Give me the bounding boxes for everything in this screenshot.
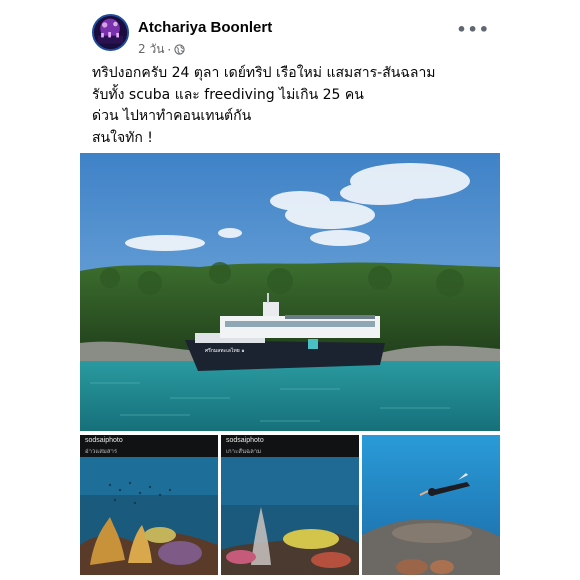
post-time[interactable]: 2 วัน [138,40,164,59]
post-card: Atchariya Boonlert 2 วัน · ••• ทริปงอกคร… [80,0,500,580]
post-text-line: สนใจทัก ! [92,129,153,146]
thumbnail-2[interactable]: sodsaiphoto เกาะสันฉลาม [221,435,359,575]
more-options-icon[interactable]: ••• [456,20,490,39]
watermark-text: sodsaiphoto [226,437,264,444]
boat-name: ศรีกมลทะเลไทย ๑ [205,347,245,354]
post-text-line: รับทั้ง scuba และ freediving ไม่เกิน 25 … [92,86,364,103]
thumbnail-3[interactable] [362,435,500,575]
avatar-image [94,16,127,49]
author-name[interactable]: Atchariya Boonlert [138,19,272,36]
globe-icon[interactable] [174,44,185,55]
thumbnail-1[interactable]: sodsaiphoto อ่าวแสมสาร [80,435,218,575]
avatar[interactable] [92,14,129,51]
post-meta: 2 วัน · [138,40,185,59]
post-text: ทริปงอกครับ 24 ตุลา เดย์ทริป เรือใหม่ แส… [92,63,492,149]
main-photo[interactable]: ศรีกมลทะเลไทย ๑ [80,153,500,431]
post-text-line: ทริปงอกครับ 24 ตุลา เดย์ทริป เรือใหม่ แส… [92,65,436,81]
watermark-place: เกาะสันฉลาม [226,448,262,455]
freediver-photo [362,435,500,575]
meta-separator: · [167,42,172,57]
boat-photo: ศรีกมลทะเลไทย ๑ [80,153,500,431]
watermark-bar: sodsaiphoto เกาะสันฉลาม [221,435,359,457]
watermark-bar: sodsaiphoto อ่าวแสมสาร [80,435,218,457]
watermark-place: อ่าวแสมสาร [85,448,118,455]
post-header: Atchariya Boonlert 2 วัน · ••• [80,8,500,58]
screenshot-frame: Atchariya Boonlert 2 วัน · ••• ทริปงอกคร… [0,0,580,580]
watermark-text: sodsaiphoto [85,437,123,444]
post-text-line: ด่วน ไปหาทำคอนเทนต์กัน [92,108,252,124]
thumbnail-row: sodsaiphoto อ่าวแสมสาร sodsaiphoto เกาะส… [80,435,500,575]
